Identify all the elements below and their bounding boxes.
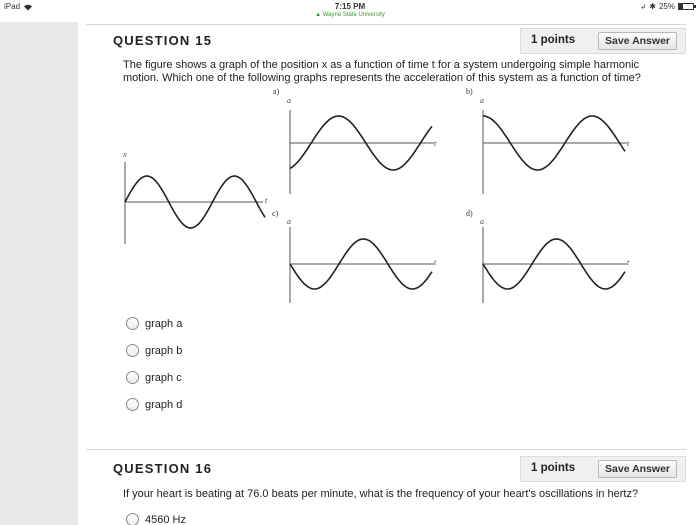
graph-b-t-label: t (627, 139, 630, 148)
option-graph-a[interactable]: graph a (126, 317, 182, 330)
points-label: 1 points (531, 462, 576, 474)
battery-fill (679, 4, 683, 9)
graph-a (289, 110, 434, 194)
battery-icon (678, 3, 696, 10)
status-time: 7:15 PM (334, 2, 366, 11)
question-16-header: QUESTION 16 1 points Save Answer (86, 453, 686, 485)
status-right: ↲ ✱ 25% (640, 2, 696, 11)
graph-d (482, 227, 627, 303)
question-divider (86, 449, 686, 450)
radio-button[interactable] (126, 513, 139, 525)
main-content[interactable]: QUESTION 15 1 points Save Answer The fig… (78, 22, 700, 525)
graph-b-y-label: a (480, 96, 484, 105)
graph-a-t-label: t (434, 139, 437, 148)
graph-c (289, 227, 434, 303)
option-graph-b[interactable]: graph b (126, 344, 182, 357)
main-t-label: t (265, 196, 268, 205)
graph-d-t-label: t (627, 258, 630, 267)
bluetooth-icon: ✱ (649, 2, 656, 11)
option-graph-c[interactable]: graph c (126, 371, 182, 384)
graph-a-label: a) (273, 87, 280, 96)
option-label[interactable]: graph a (145, 318, 182, 330)
battery-percent: 25% (658, 2, 675, 11)
graph-c-t-label: t (434, 258, 437, 267)
status-url: ▲ Wayne State University (0, 12, 700, 18)
site-name: Wayne State University (322, 12, 385, 18)
status-bar: iPad 7:15 PM ▲ Wayne State University ↲ … (0, 0, 700, 22)
position-graph (124, 162, 266, 244)
question-text: If your heart is beating at 76.0 beats p… (123, 488, 639, 500)
graph-a-y-label: a (287, 96, 291, 105)
graph-b-label: b) (466, 87, 473, 96)
option-label[interactable]: graph d (145, 399, 182, 411)
graphs-svg (124, 110, 627, 303)
radio-button[interactable] (126, 344, 139, 357)
save-answer-button[interactable]: Save Answer (598, 460, 677, 478)
option-label[interactable]: 4560 Hz (145, 514, 186, 525)
option-graph-d[interactable]: graph d (126, 398, 182, 411)
graph-c-y-label: a (287, 217, 291, 226)
option-label[interactable]: graph b (145, 345, 182, 357)
radio-button[interactable] (126, 371, 139, 384)
option-label[interactable]: graph c (145, 372, 182, 384)
graph-d-y-label: a (480, 217, 484, 226)
location-icon: ↲ (640, 3, 647, 11)
main-y-label: x (123, 150, 127, 159)
points-box: 1 points Save Answer (520, 456, 686, 482)
option-4560-hz[interactable]: 4560 Hz (126, 513, 186, 525)
radio-button[interactable] (126, 317, 139, 330)
graph-d-label: d) (466, 209, 473, 218)
graph-b (482, 110, 627, 194)
question-title: QUESTION 16 (113, 461, 213, 476)
left-sidebar (0, 22, 78, 525)
graph-c-label: c) (272, 209, 279, 218)
radio-button[interactable] (126, 398, 139, 411)
lock-icon: ▲ (315, 12, 322, 18)
